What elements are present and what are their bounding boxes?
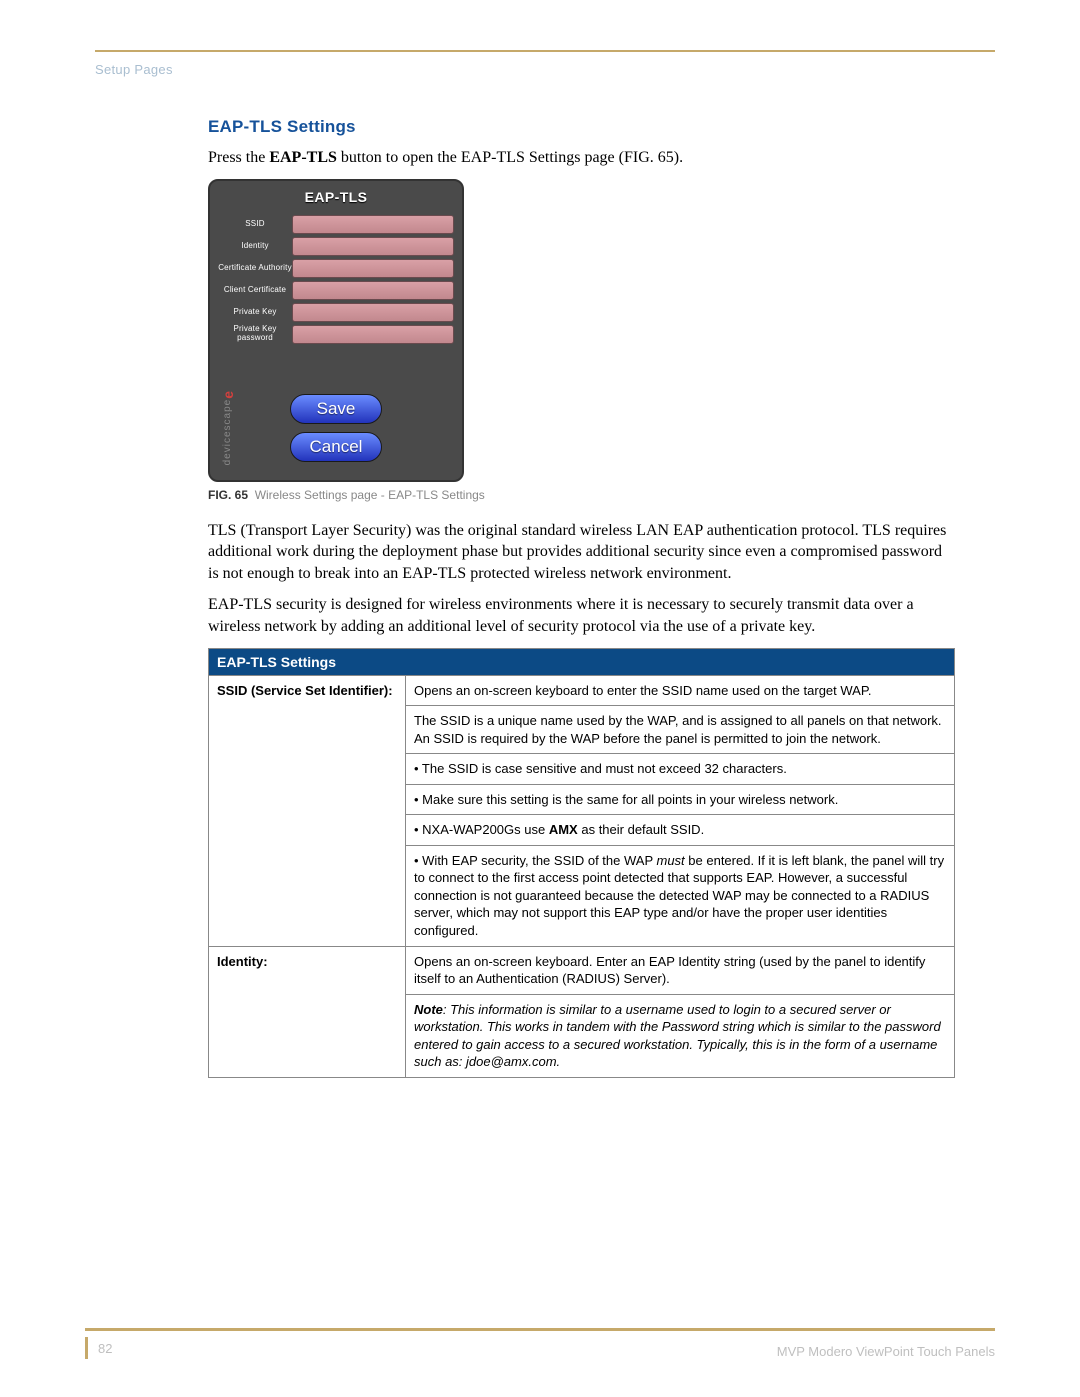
- table-cell: The SSID is a unique name used by the WA…: [406, 706, 955, 754]
- field-row-ca: Certificate Authority: [218, 259, 454, 278]
- save-button[interactable]: Save: [290, 394, 382, 424]
- cancel-button[interactable]: Cancel: [290, 432, 382, 462]
- doc-title: MVP Modero ViewPoint Touch Panels: [777, 1344, 995, 1359]
- section-title: EAP-TLS Settings: [208, 117, 955, 137]
- certificate-authority-input[interactable]: [292, 259, 454, 278]
- table-cell: • Make sure this setting is the same for…: [406, 784, 955, 815]
- intro-pre: Press the: [208, 149, 269, 166]
- intro-bold: EAP-TLS: [269, 149, 337, 166]
- cell-italic: must: [657, 853, 685, 868]
- cell-pre: • With EAP security, the SSID of the WAP: [414, 853, 657, 868]
- note-label: Note: [414, 1002, 443, 1017]
- settings-table: EAP-TLS Settings SSID (Service Set Ident…: [208, 648, 955, 1078]
- cell-pre: • NXA-WAP200Gs use: [414, 822, 549, 837]
- field-label: Private Key: [218, 308, 292, 317]
- field-label: Certificate Authority: [218, 264, 292, 273]
- field-row-identity: Identity: [218, 237, 454, 256]
- table-cell: Opens an on-screen keyboard to enter the…: [406, 675, 955, 706]
- field-label: Identity: [218, 242, 292, 251]
- cell-bold: AMX: [549, 822, 578, 837]
- page: Setup Pages EAP-TLS Settings Press the E…: [0, 0, 1080, 1397]
- table-header: EAP-TLS Settings: [209, 648, 955, 675]
- figure-caption: FIG. 65 Wireless Settings page - EAP-TLS…: [208, 488, 955, 502]
- screenshot-title: EAP-TLS: [210, 189, 462, 205]
- footer: 82 MVP Modero ViewPoint Touch Panels: [85, 1328, 995, 1359]
- table-cell: Opens an on-screen keyboard. Enter an EA…: [406, 946, 955, 994]
- field-label: Client Certificate: [218, 286, 292, 295]
- logo-e-icon: e: [220, 390, 236, 399]
- intro-post: button to open the EAP-TLS Settings page…: [337, 149, 683, 166]
- field-row-pkpass: Private Key password: [218, 325, 454, 344]
- field-label: Private Key password: [218, 325, 292, 343]
- table-row: SSID (Service Set Identifier): Opens an …: [209, 675, 955, 706]
- screenshot-buttons: Save Cancel: [210, 394, 462, 462]
- table-key-identity: Identity:: [209, 946, 406, 1077]
- paragraph-2: EAP-TLS security is designed for wireles…: [208, 594, 955, 637]
- table-cell-note: Note: This information is similar to a u…: [406, 994, 955, 1077]
- figure-text: Wireless Settings page - EAP-TLS Setting…: [255, 488, 485, 502]
- intro-paragraph: Press the EAP-TLS button to open the EAP…: [208, 147, 955, 169]
- cell-post: as their default SSID.: [578, 822, 704, 837]
- ssid-input[interactable]: [292, 215, 454, 234]
- table-key-ssid: SSID (Service Set Identifier):: [209, 675, 406, 946]
- content-area: EAP-TLS Settings Press the EAP-TLS butto…: [208, 117, 955, 1078]
- note-text: : This information is similar to a usern…: [414, 1002, 941, 1070]
- private-key-password-input[interactable]: [292, 325, 454, 344]
- figure-number: FIG. 65: [208, 488, 248, 502]
- table-cell: • NXA-WAP200Gs use AMX as their default …: [406, 815, 955, 846]
- top-rule: [95, 50, 995, 52]
- field-label: SSID: [218, 220, 292, 229]
- table-cell: • With EAP security, the SSID of the WAP…: [406, 845, 955, 946]
- private-key-input[interactable]: [292, 303, 454, 322]
- devicescape-logo: devicescapee: [220, 390, 236, 465]
- field-row-clientcert: Client Certificate: [218, 281, 454, 300]
- identity-input[interactable]: [292, 237, 454, 256]
- table-cell: • The SSID is case sensitive and must no…: [406, 754, 955, 785]
- paragraph-1: TLS (Transport Layer Security) was the o…: [208, 520, 955, 585]
- field-row-pk: Private Key: [218, 303, 454, 322]
- device-screenshot: EAP-TLS SSID Identity Certificate Author…: [208, 179, 464, 482]
- table-row: Identity: Opens an on-screen keyboard. E…: [209, 946, 955, 994]
- table-header-row: EAP-TLS Settings: [209, 648, 955, 675]
- sidetext: devicescape: [222, 399, 233, 466]
- header-section-label: Setup Pages: [95, 62, 995, 77]
- client-certificate-input[interactable]: [292, 281, 454, 300]
- field-row-ssid: SSID: [218, 215, 454, 234]
- page-number: 82: [85, 1337, 112, 1359]
